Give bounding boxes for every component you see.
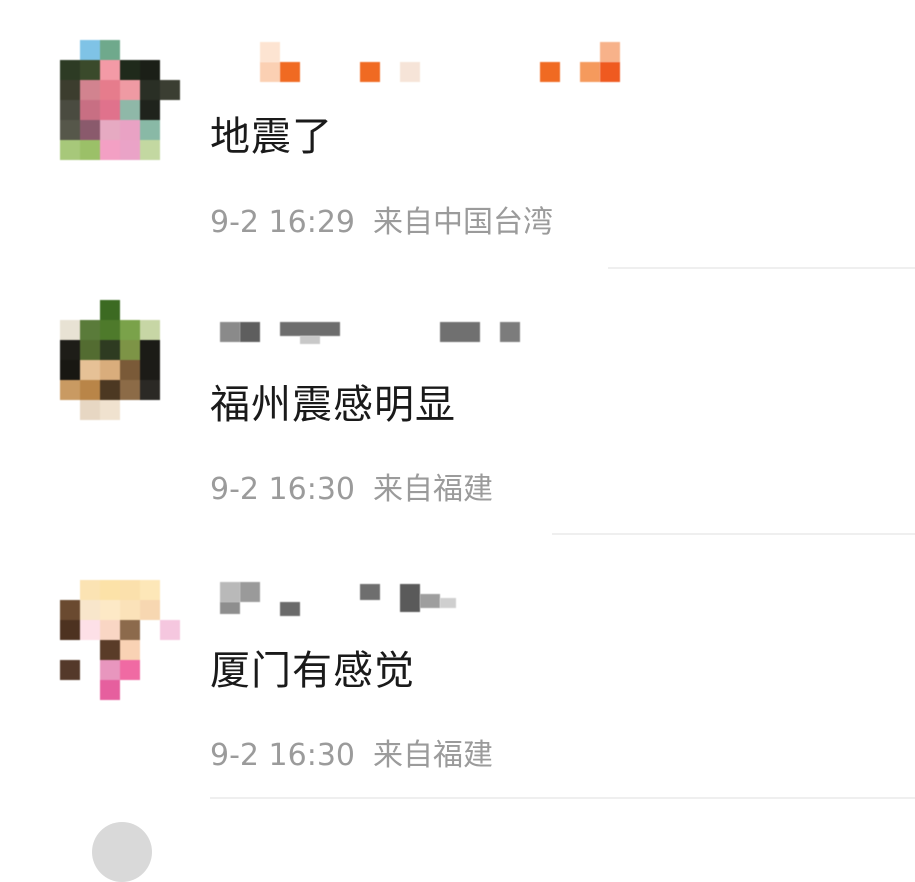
comment-location: 来自中国台湾 xyxy=(373,205,553,240)
divider xyxy=(210,797,915,799)
comment-item: 福州震感明显 9-2 16:30 来自福建 xyxy=(0,268,915,534)
comment-meta: 9-2 16:30 来自福建 xyxy=(210,464,493,508)
comment-location: 来自福建 xyxy=(373,472,493,507)
comment-text: 厦门有感觉 xyxy=(210,648,415,694)
comment-timestamp: 9-2 16:30 xyxy=(210,472,355,507)
comment-item: 厦门有感觉 9-2 16:30 来自福建 xyxy=(0,534,915,800)
username-mosaic[interactable] xyxy=(210,578,630,618)
avatar[interactable] xyxy=(60,300,180,420)
comment-meta: 9-2 16:29 来自中国台湾 xyxy=(210,197,553,241)
comment-timestamp: 9-2 16:29 xyxy=(210,205,355,240)
comment-meta: 9-2 16:30 来自福建 xyxy=(210,730,493,774)
comment-timestamp: 9-2 16:30 xyxy=(210,738,355,773)
username-mosaic[interactable] xyxy=(210,40,630,82)
comment-text: 福州震感明显 xyxy=(210,382,456,428)
avatar[interactable] xyxy=(60,580,180,700)
avatar[interactable] xyxy=(60,40,180,160)
comment-location: 来自福建 xyxy=(373,738,493,773)
username-mosaic[interactable] xyxy=(210,316,630,356)
comment-text: 地震了 xyxy=(210,114,333,160)
comment-item: 地震了 9-2 16:29 来自中国台湾 xyxy=(0,0,915,268)
avatar[interactable] xyxy=(92,822,152,882)
